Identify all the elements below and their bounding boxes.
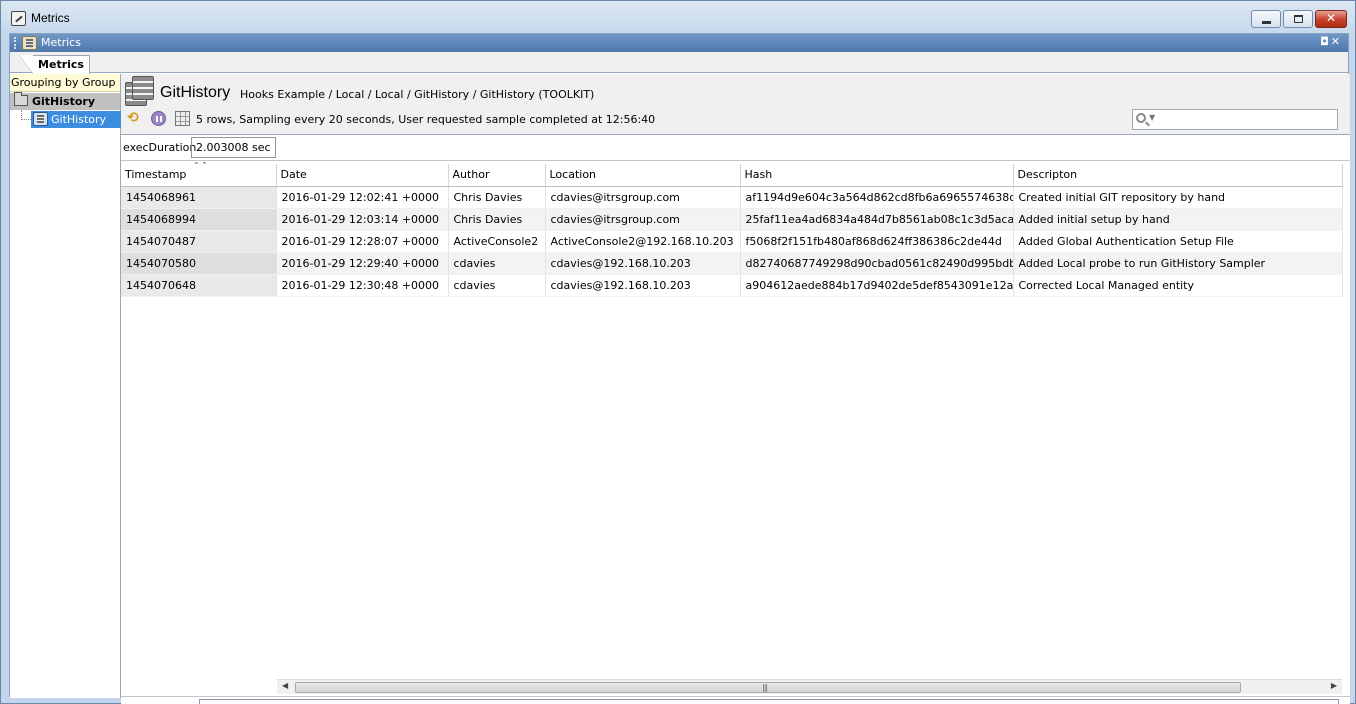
cell-location[interactable]: cdavies@itrsgroup.com bbox=[545, 186, 741, 209]
refresh-icon[interactable]: ⟲ bbox=[127, 111, 142, 126]
cell-location[interactable]: cdavies@itrsgroup.com bbox=[545, 208, 741, 231]
tab-strip: Metrics bbox=[10, 52, 1348, 74]
dataview-path: Hooks Example / Local / Local / GitHisto… bbox=[240, 88, 595, 101]
cell-timestamp[interactable]: 1454068961 bbox=[121, 186, 277, 209]
tree-group-node[interactable]: GitHistory bbox=[10, 92, 120, 110]
column-header-description[interactable]: Descripton bbox=[1013, 164, 1343, 187]
cell-author[interactable]: cdavies bbox=[448, 274, 546, 297]
panel-controls[interactable]: ◘✕ bbox=[1320, 35, 1342, 48]
cell-hash[interactable]: d82740687749298d90cbad0561c82490d995bdb2 bbox=[740, 252, 1014, 275]
cell-timestamp[interactable]: 1454070648 bbox=[121, 274, 277, 297]
search-icon[interactable] bbox=[1136, 113, 1146, 123]
cell-timestamp[interactable]: 1454070580 bbox=[121, 252, 277, 275]
cell-location[interactable]: cdavies@192.168.10.203 bbox=[545, 252, 741, 275]
table-container: ^ 1 Timestamp Date Author Location Hash bbox=[121, 161, 1343, 681]
footer-headline-bar: samplingStatus OK bbox=[121, 696, 1350, 704]
panel-title: Metrics bbox=[41, 36, 81, 49]
cell-hash[interactable]: f5068f2f151fb480af868d624ff386386c2de44d bbox=[740, 230, 1014, 253]
app-icon bbox=[11, 11, 26, 26]
panel-header[interactable]: Metrics ◘✕ bbox=[10, 34, 1348, 52]
cell-hash[interactable]: af1194d9e604c3a564d862cd8fb6a6965574638c bbox=[740, 186, 1014, 209]
cell-hash[interactable]: 25faf11ea4ad6834a484d7b8561ab08c1c3d5aca bbox=[740, 208, 1014, 231]
scrollbar-thumb[interactable]: ||| bbox=[295, 682, 1241, 693]
tree-leaf-label: GitHistory bbox=[51, 113, 107, 126]
cell-description[interactable]: Added Global Authentication Setup File bbox=[1013, 230, 1343, 253]
dataview-large-icon bbox=[125, 76, 155, 106]
status-text: 5 rows, Sampling every 20 seconds, User … bbox=[196, 113, 656, 126]
cell-author[interactable]: Chris Davies bbox=[448, 208, 546, 231]
chevron-down-icon[interactable]: ▼ bbox=[1149, 113, 1155, 122]
column-header-author[interactable]: Author bbox=[448, 164, 546, 187]
sampling-status-value: OK bbox=[199, 699, 1339, 704]
scroll-left-icon[interactable]: ◀ bbox=[282, 681, 288, 690]
grip-icon: ||| bbox=[762, 683, 768, 692]
horizontal-scrollbar[interactable]: ◀ ||| ▶ bbox=[277, 679, 1342, 694]
dataview-name: GitHistory bbox=[160, 84, 231, 101]
cell-author[interactable]: Chris Davies bbox=[448, 186, 546, 209]
data-table: Timestamp Date Author Location Hash Desc… bbox=[121, 164, 1343, 297]
window-titlebar[interactable]: Metrics ✕ bbox=[1, 1, 1355, 35]
window-title: Metrics bbox=[31, 11, 70, 25]
cell-hash[interactable]: a904612aede884b17d9402de5def8543091e12a6 bbox=[740, 274, 1014, 297]
cell-date[interactable]: 2016-01-29 12:03:14 +0000 bbox=[276, 208, 449, 231]
cell-location[interactable]: ActiveConsole2@192.168.10.203 bbox=[545, 230, 741, 253]
table-row[interactable]: 1454070487 2016-01-29 12:28:07 +0000 Act… bbox=[121, 230, 1343, 253]
scroll-right-icon[interactable]: ▶ bbox=[1331, 681, 1337, 690]
cell-description[interactable]: Added Local probe to run GitHistory Samp… bbox=[1013, 252, 1343, 275]
minimize-button[interactable] bbox=[1251, 10, 1281, 28]
cell-date[interactable]: 2016-01-29 12:30:48 +0000 bbox=[276, 274, 449, 297]
cell-timestamp[interactable]: 1454068994 bbox=[121, 208, 277, 231]
tree-connector bbox=[21, 110, 31, 120]
window-controls: ✕ bbox=[1251, 10, 1347, 28]
cell-description[interactable]: Corrected Local Managed entity bbox=[1013, 274, 1343, 297]
cell-author[interactable]: cdavies bbox=[448, 252, 546, 275]
cell-description[interactable]: Added initial setup by hand bbox=[1013, 208, 1343, 231]
drag-grip-icon[interactable] bbox=[14, 37, 16, 49]
cell-location[interactable]: cdavies@192.168.10.203 bbox=[545, 274, 741, 297]
dataview-icon bbox=[33, 112, 48, 126]
cell-date[interactable]: 2016-01-29 12:28:07 +0000 bbox=[276, 230, 449, 253]
tree-leaf-node[interactable]: GitHistory bbox=[31, 111, 121, 128]
maximize-icon bbox=[1294, 15, 1303, 23]
entity-tree: Grouping by Group GitHistory GitHistory bbox=[10, 74, 121, 698]
metrics-panel-icon bbox=[22, 36, 37, 50]
column-header-date[interactable]: Date bbox=[276, 164, 449, 187]
headline-label: execDuration bbox=[123, 141, 197, 154]
table-row[interactable]: 1454068994 2016-01-29 12:03:14 +0000 Chr… bbox=[121, 208, 1343, 231]
app-window: Metrics ✕ Metrics ◘✕ Metrics Grouping by… bbox=[0, 0, 1356, 704]
close-icon: ✕ bbox=[1325, 11, 1337, 25]
grouping-label[interactable]: Grouping by Group bbox=[10, 74, 120, 92]
minimize-icon bbox=[1262, 21, 1271, 24]
column-header-hash[interactable]: Hash bbox=[740, 164, 1014, 187]
table-row[interactable]: 1454068961 2016-01-29 12:02:41 +0000 Chr… bbox=[121, 186, 1343, 209]
cell-description[interactable]: Created initial GIT repository by hand bbox=[1013, 186, 1343, 209]
pause-icon[interactable] bbox=[151, 111, 166, 126]
headline-value: 2.003008 sec bbox=[191, 137, 276, 158]
tree-group-label: GitHistory bbox=[32, 95, 95, 108]
cell-timestamp[interactable]: 1454070487 bbox=[121, 230, 277, 253]
cell-date[interactable]: 2016-01-29 12:02:41 +0000 bbox=[276, 186, 449, 209]
dataview-header: GitHistory Hooks Example / Local / Local… bbox=[121, 74, 1350, 135]
search-input[interactable] bbox=[1159, 111, 1335, 128]
dataview-panel: GitHistory Hooks Example / Local / Local… bbox=[121, 74, 1350, 704]
table-row[interactable]: 1454070580 2016-01-29 12:29:40 +0000 cda… bbox=[121, 252, 1343, 275]
maximize-button[interactable] bbox=[1283, 10, 1313, 28]
search-box[interactable]: ▼ bbox=[1132, 109, 1338, 130]
tab-metrics[interactable]: Metrics bbox=[19, 55, 90, 74]
folder-icon bbox=[14, 92, 28, 106]
cell-date[interactable]: 2016-01-29 12:29:40 +0000 bbox=[276, 252, 449, 275]
cell-author[interactable]: ActiveConsole2 bbox=[448, 230, 546, 253]
close-button[interactable]: ✕ bbox=[1315, 10, 1347, 28]
headline-bar: execDuration 2.003008 sec bbox=[121, 135, 1350, 161]
client-area: Metrics ◘✕ Metrics Grouping by Group Git… bbox=[9, 33, 1350, 704]
column-header-location[interactable]: Location bbox=[545, 164, 741, 187]
table-header-row: Timestamp Date Author Location Hash Desc… bbox=[121, 164, 1343, 187]
column-header-timestamp[interactable]: Timestamp bbox=[121, 164, 277, 187]
table-row[interactable]: 1454070648 2016-01-29 12:30:48 +0000 cda… bbox=[121, 274, 1343, 297]
grid-icon[interactable] bbox=[175, 111, 190, 126]
